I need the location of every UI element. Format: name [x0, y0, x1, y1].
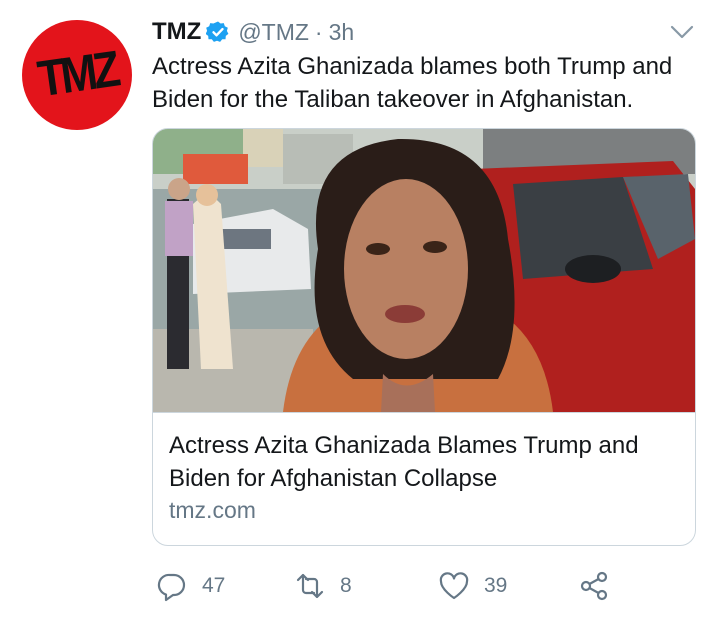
timestamp[interactable]: 3h	[329, 19, 355, 46]
card-body[interactable]: Actress Azita Ghanizada Blames Trump and…	[153, 412, 695, 545]
tweet-actions: 47 8 39	[152, 566, 712, 606]
like-icon	[439, 572, 469, 600]
like-button[interactable]: 39	[438, 566, 507, 606]
user-handle[interactable]: @TMZ	[238, 19, 309, 46]
reply-button[interactable]: 47	[156, 566, 225, 606]
avatar[interactable]: TMZ	[22, 20, 132, 130]
retweet-button[interactable]: 8	[294, 566, 352, 606]
card-image[interactable]	[153, 129, 695, 412]
chevron-down-icon[interactable]	[668, 20, 696, 44]
link-card[interactable]: Actress Azita Ghanizada Blames Trump and…	[152, 128, 696, 546]
retweet-icon	[296, 573, 324, 599]
reply-icon	[157, 573, 186, 602]
card-domain: tmz.com	[169, 497, 256, 523]
share-button[interactable]	[578, 566, 610, 606]
verified-badge-icon	[206, 21, 229, 42]
retweet-count: 8	[340, 574, 352, 597]
tweet-header: TMZ @TMZ · 3h	[152, 14, 700, 50]
tweet-text: Actress Azita Ghanizada blames both Trum…	[152, 53, 673, 113]
reply-count: 47	[202, 574, 226, 597]
like-count: 39	[484, 574, 508, 597]
separator-dot: ·	[314, 18, 323, 45]
display-name[interactable]: TMZ	[152, 18, 201, 46]
card-title[interactable]: Actress Azita Ghanizada Blames Trump and…	[169, 429, 679, 495]
avatar-logo-text: TMZ	[34, 41, 120, 108]
share-icon	[580, 571, 608, 601]
